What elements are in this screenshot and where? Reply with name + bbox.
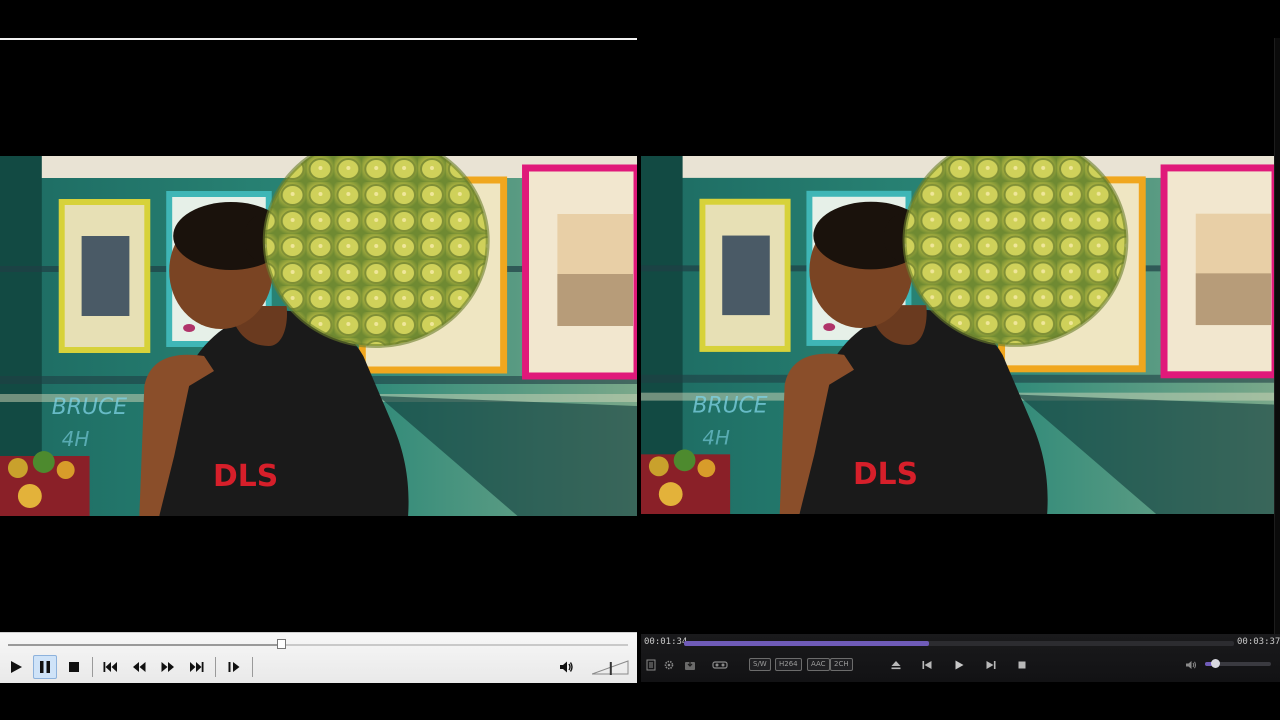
- volume-handle: [609, 662, 612, 675]
- stop-icon: [1018, 661, 1026, 669]
- scroll-edge: [1274, 38, 1280, 634]
- next-button[interactable]: [984, 658, 998, 672]
- download-button[interactable]: [683, 658, 697, 672]
- seek-fill: [684, 641, 929, 646]
- speaker-icon: [560, 661, 573, 673]
- frame-step-icon: [228, 662, 240, 672]
- right-video-player: 00:01:34 00:03:37 S/W H264 AAC 2CH: [641, 38, 1280, 682]
- list-icon: [646, 659, 656, 671]
- left-control-bar: [0, 632, 637, 683]
- divider: [92, 657, 93, 677]
- vr-glasses-icon: [712, 661, 728, 669]
- badge-audio-channels: 2CH: [830, 658, 853, 671]
- video-frame[interactable]: [0, 156, 637, 516]
- skip-back-icon: [103, 662, 117, 672]
- volume-handle[interactable]: [1210, 659, 1220, 668]
- volume-slider[interactable]: [1205, 659, 1271, 668]
- stop-button[interactable]: [1015, 658, 1029, 672]
- fast-forward-icon: [161, 662, 174, 672]
- settings-button[interactable]: [662, 658, 676, 672]
- badge-video-mode: S/W: [749, 658, 771, 671]
- badge-audio-codec: AAC: [807, 658, 830, 671]
- previous-button[interactable]: [98, 655, 122, 679]
- playlist-button[interactable]: [644, 658, 658, 672]
- pause-icon: [40, 661, 50, 673]
- seek-fill: [8, 644, 281, 646]
- play-button[interactable]: [952, 658, 966, 672]
- play-icon: [11, 661, 22, 673]
- download-icon: [685, 661, 695, 670]
- divider: [215, 657, 216, 677]
- time-elapsed: 00:01:34: [644, 637, 688, 647]
- skip-forward-icon: [190, 662, 204, 672]
- volume-wedge: [591, 660, 629, 675]
- eject-button[interactable]: [889, 658, 903, 672]
- next-button[interactable]: [185, 655, 209, 679]
- volume-slider[interactable]: [591, 659, 630, 675]
- seek-bar[interactable]: [684, 641, 1234, 646]
- gear-icon: [664, 660, 674, 670]
- window-edge: [0, 38, 637, 40]
- seek-bar[interactable]: [8, 639, 628, 649]
- seek-handle[interactable]: [276, 639, 286, 649]
- pause-button[interactable]: [33, 655, 57, 679]
- eject-icon: [891, 661, 901, 670]
- right-control-bar: 00:01:34 00:03:37 S/W H264 AAC 2CH: [641, 634, 1280, 682]
- play-button[interactable]: [4, 655, 28, 679]
- time-total: 00:03:37: [1237, 637, 1280, 647]
- badge-video-codec: H264: [775, 658, 802, 671]
- volume-button[interactable]: [1184, 658, 1198, 672]
- frame-step-button[interactable]: [222, 655, 246, 679]
- divider: [252, 657, 253, 677]
- mute-button[interactable]: [554, 655, 578, 679]
- speaker-icon: [1186, 661, 1196, 669]
- left-video-player: [0, 38, 637, 683]
- previous-button[interactable]: [920, 658, 934, 672]
- rewind-icon: [133, 662, 146, 672]
- vr-button[interactable]: [711, 658, 729, 672]
- stop-button[interactable]: [62, 655, 86, 679]
- video-frame[interactable]: [641, 156, 1275, 514]
- play-icon: [955, 660, 964, 670]
- fast-forward-button[interactable]: [156, 655, 180, 679]
- stop-icon: [69, 662, 79, 672]
- skip-back-icon: [922, 661, 932, 669]
- rewind-button[interactable]: [127, 655, 151, 679]
- skip-forward-icon: [986, 661, 996, 669]
